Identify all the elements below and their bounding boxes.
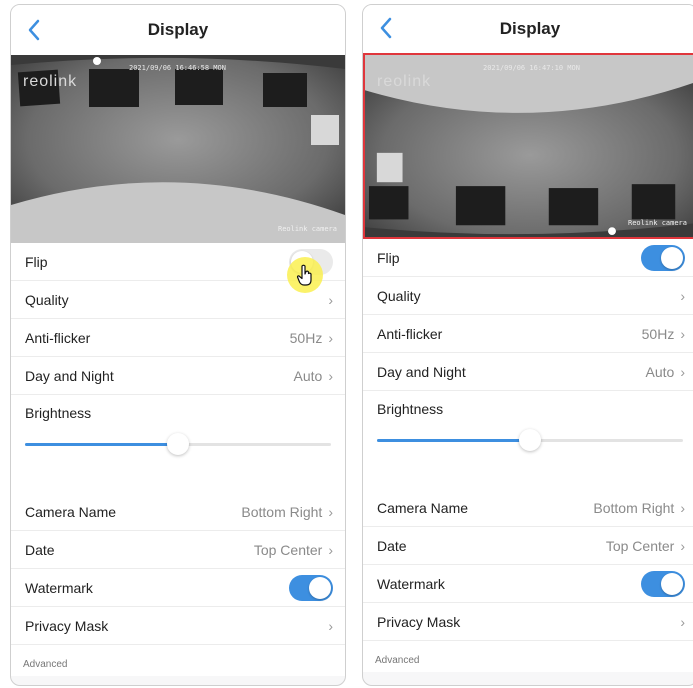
chevron-right-icon: › [680, 537, 685, 554]
chevron-right-icon: › [328, 503, 333, 520]
camera-name-overlay: Reolink camera [277, 225, 337, 233]
date-value: Top Center [253, 541, 323, 558]
brightness-fill [377, 439, 530, 442]
antiflicker-row[interactable]: Anti-flicker 50Hz › [11, 319, 345, 357]
back-button[interactable] [371, 13, 401, 43]
brightness-fill [25, 443, 178, 446]
chevron-left-icon [28, 19, 40, 41]
flip-label: Flip [377, 249, 400, 266]
camera-preview: reolink 2021/09/06 16:47:10 MON Reolink … [363, 53, 693, 239]
quality-label: Quality [25, 291, 69, 308]
chevron-right-icon: › [328, 617, 333, 634]
brightness-section: Brightness [363, 391, 693, 471]
hand-pointer-icon [296, 264, 312, 286]
brightness-thumb[interactable] [167, 433, 189, 455]
daynight-label: Day and Night [377, 363, 466, 380]
watermark-toggle[interactable] [289, 574, 333, 601]
privacy-mask-row[interactable]: Privacy Mask › [363, 603, 693, 641]
brand-logo: reolink [377, 73, 432, 90]
settings-list: Flip Quality › Anti-flicker 50Hz › Day an… [11, 243, 345, 645]
camera-name-value: Bottom Right [241, 503, 323, 520]
camera-preview: reolink 2021/09/06 16:46:58 MON Reolink … [11, 55, 345, 243]
advanced-section-header: Advanced [363, 641, 693, 672]
chevron-right-icon: › [680, 287, 685, 304]
watermark-row[interactable]: Watermark [363, 565, 693, 603]
toggle-knob [309, 576, 331, 599]
antiflicker-value: 50Hz [289, 329, 323, 346]
antiflicker-label: Anti-flicker [25, 329, 91, 346]
camera-name-value: Bottom Right [593, 499, 675, 516]
settings-list: Flip Quality › Anti-flicker 50Hz › Day an… [363, 239, 693, 641]
antiflicker-row[interactable]: Anti-flicker 50Hz › [363, 315, 693, 353]
antiflicker-label: Anti-flicker [377, 325, 443, 342]
chevron-right-icon: › [680, 499, 685, 516]
phone-screen-original: Display reolink 2021/09/06 16:46:58 MON … [10, 4, 346, 686]
advanced-section-header: Advanced [11, 645, 345, 676]
date-label: Date [377, 537, 407, 554]
privacy-mask-label: Privacy Mask [377, 613, 461, 630]
daynight-value: Auto [645, 363, 675, 380]
chevron-right-icon: › [680, 613, 685, 630]
quality-row[interactable]: Quality › [363, 277, 693, 315]
preview-timestamp: 2021/09/06 16:46:58 MON [129, 64, 226, 72]
flip-toggle[interactable] [641, 244, 685, 271]
camera-name-row[interactable]: Camera Name Bottom Right › [11, 493, 345, 531]
brightness-label: Brightness [25, 405, 92, 421]
toggle-knob [661, 246, 683, 269]
watermark-toggle[interactable] [641, 570, 685, 597]
watermark-label: Watermark [25, 579, 93, 596]
chevron-right-icon: › [680, 325, 685, 342]
camera-name-overlay: Reolink camera [627, 219, 687, 227]
chevron-right-icon: › [680, 363, 685, 380]
privacy-mask-row[interactable]: Privacy Mask › [11, 607, 345, 645]
flip-row[interactable]: Flip [363, 239, 693, 277]
camera-name-label: Camera Name [25, 503, 117, 520]
brightness-thumb[interactable] [519, 429, 541, 451]
brightness-label: Brightness [377, 401, 444, 417]
date-value: Top Center [605, 537, 675, 554]
daynight-row[interactable]: Day and Night Auto › [363, 353, 693, 391]
back-button[interactable] [19, 15, 49, 45]
date-label: Date [25, 541, 55, 558]
daynight-value: Auto [293, 367, 323, 384]
page-title: Display [147, 20, 209, 39]
preview-timestamp: 2021/09/06 16:47:10 MON [483, 64, 580, 72]
spacer [363, 471, 693, 489]
toggle-knob [661, 572, 683, 595]
brightness-section: Brightness [11, 395, 345, 475]
spacer [11, 475, 345, 493]
quality-label: Quality [377, 287, 421, 304]
chevron-right-icon: › [328, 367, 333, 384]
chevron-right-icon: › [328, 291, 333, 308]
date-row[interactable]: Date Top Center › [363, 527, 693, 565]
flip-label: Flip [25, 253, 48, 270]
phone-screen-flipped: Display reolink 2021/09/06 16:47:10 MON … [362, 4, 693, 686]
watermark-row[interactable]: Watermark [11, 569, 345, 607]
daynight-label: Day and Night [25, 367, 114, 384]
brand-logo: reolink [23, 73, 78, 90]
tap-cursor [287, 257, 323, 293]
page-title: Display [499, 19, 561, 38]
header: Display [363, 5, 693, 53]
header: Display [11, 5, 345, 55]
privacy-mask-label: Privacy Mask [25, 617, 109, 634]
camera-name-label: Camera Name [377, 499, 469, 516]
watermark-label: Watermark [377, 575, 445, 592]
brightness-slider[interactable] [377, 429, 683, 451]
chevron-right-icon: › [328, 329, 333, 346]
chevron-left-icon [380, 17, 392, 39]
brightness-slider[interactable] [25, 433, 331, 455]
camera-name-row[interactable]: Camera Name Bottom Right › [363, 489, 693, 527]
daynight-row[interactable]: Day and Night Auto › [11, 357, 345, 395]
date-row[interactable]: Date Top Center › [11, 531, 345, 569]
antiflicker-value: 50Hz [641, 325, 675, 342]
chevron-right-icon: › [328, 541, 333, 558]
